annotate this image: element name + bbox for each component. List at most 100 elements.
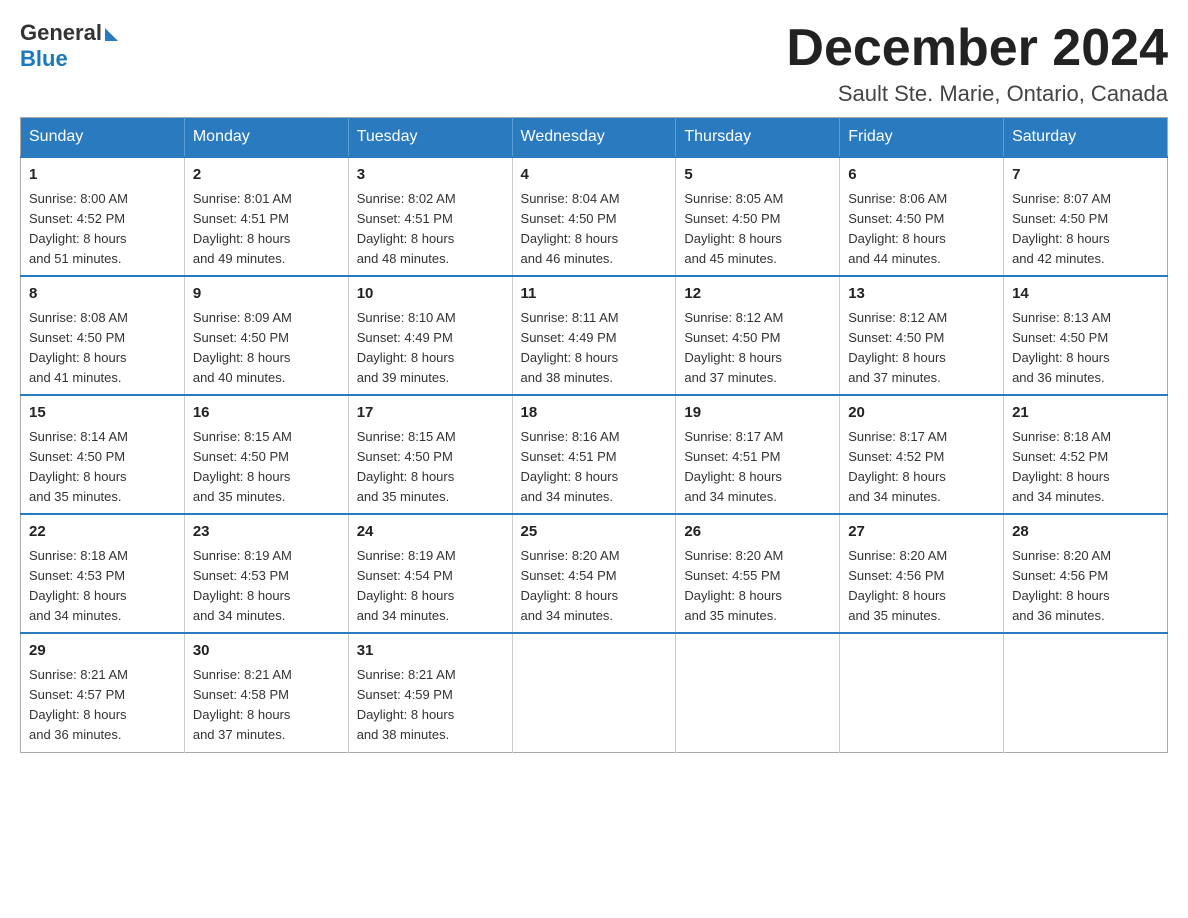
day-number: 8 xyxy=(29,283,176,306)
day-info: Sunrise: 8:11 AMSunset: 4:49 PMDaylight:… xyxy=(521,310,619,385)
calendar-cell: 10Sunrise: 8:10 AMSunset: 4:49 PMDayligh… xyxy=(348,276,512,395)
calendar-cell: 7 Sunrise: 8:07 AMSunset: 4:50 PMDaylight… xyxy=(1004,157,1168,276)
calendar-cell: 4 Sunrise: 8:04 AMSunset: 4:50 PMDaylight… xyxy=(512,157,676,276)
day-info: Sunrise: 8:12 AMSunset: 4:50 PMDaylight:… xyxy=(684,310,783,385)
day-number: 21 xyxy=(1012,402,1159,425)
calendar-cell: 3 Sunrise: 8:02 AMSunset: 4:51 PMDaylight… xyxy=(348,157,512,276)
logo: General Blue xyxy=(20,20,118,73)
day-info: Sunrise: 8:20 AMSunset: 4:56 PMDaylight:… xyxy=(848,548,947,623)
day-number: 17 xyxy=(357,402,504,425)
calendar-cell: 31Sunrise: 8:21 AMSunset: 4:59 PMDayligh… xyxy=(348,633,512,752)
day-info: Sunrise: 8:15 AMSunset: 4:50 PMDaylight:… xyxy=(193,429,292,504)
calendar-cell: 1 Sunrise: 8:00 AMSunset: 4:52 PMDaylight… xyxy=(21,157,185,276)
calendar-cell: 2 Sunrise: 8:01 AMSunset: 4:51 PMDaylight… xyxy=(184,157,348,276)
day-number: 13 xyxy=(848,283,995,306)
calendar-cell: 26 Sunrise: 8:20 AMSunset: 4:55 PMDayligh… xyxy=(676,514,840,633)
day-info: Sunrise: 8:20 AMSunset: 4:55 PMDaylight:… xyxy=(684,548,783,623)
day-info: Sunrise: 8:19 AMSunset: 4:53 PMDaylight:… xyxy=(193,548,292,623)
calendar-cell: 18Sunrise: 8:16 AMSunset: 4:51 PMDayligh… xyxy=(512,395,676,514)
day-number: 2 xyxy=(193,164,340,187)
day-number: 14 xyxy=(1012,283,1159,306)
calendar-cell xyxy=(1004,633,1168,752)
day-info: Sunrise: 8:16 AMSunset: 4:51 PMDaylight:… xyxy=(521,429,620,504)
day-info: Sunrise: 8:21 AMSunset: 4:59 PMDaylight:… xyxy=(357,667,456,742)
calendar-cell: 30 Sunrise: 8:21 AMSunset: 4:58 PMDayligh… xyxy=(184,633,348,752)
calendar-cell: 21Sunrise: 8:18 AMSunset: 4:52 PMDayligh… xyxy=(1004,395,1168,514)
day-number: 23 xyxy=(193,521,340,544)
calendar-cell: 5 Sunrise: 8:05 AMSunset: 4:50 PMDaylight… xyxy=(676,157,840,276)
day-number: 22 xyxy=(29,521,176,544)
day-number: 9 xyxy=(193,283,340,306)
calendar-cell: 22 Sunrise: 8:18 AMSunset: 4:53 PMDayligh… xyxy=(21,514,185,633)
day-info: Sunrise: 8:17 AMSunset: 4:51 PMDaylight:… xyxy=(684,429,783,504)
calendar-cell: 16 Sunrise: 8:15 AMSunset: 4:50 PMDayligh… xyxy=(184,395,348,514)
calendar-cell: 20 Sunrise: 8:17 AMSunset: 4:52 PMDayligh… xyxy=(840,395,1004,514)
month-title: December 2024 xyxy=(786,20,1168,77)
calendar-cell xyxy=(676,633,840,752)
day-info: Sunrise: 8:15 AMSunset: 4:50 PMDaylight:… xyxy=(357,429,456,504)
weekday-header-row: Sunday Monday Tuesday Wednesday Thursday… xyxy=(21,118,1168,158)
header-sunday: Sunday xyxy=(21,118,185,158)
header-wednesday: Wednesday xyxy=(512,118,676,158)
day-info: Sunrise: 8:17 AMSunset: 4:52 PMDaylight:… xyxy=(848,429,947,504)
calendar-cell xyxy=(840,633,1004,752)
logo-line2: Blue xyxy=(20,46,68,72)
day-info: Sunrise: 8:02 AMSunset: 4:51 PMDaylight:… xyxy=(357,191,456,266)
day-number: 1 xyxy=(29,164,176,187)
day-info: Sunrise: 8:04 AMSunset: 4:50 PMDaylight:… xyxy=(521,191,620,266)
day-number: 4 xyxy=(521,164,668,187)
calendar-cell: 23 Sunrise: 8:19 AMSunset: 4:53 PMDayligh… xyxy=(184,514,348,633)
calendar-cell: 6 Sunrise: 8:06 AMSunset: 4:50 PMDaylight… xyxy=(840,157,1004,276)
calendar-cell: 13Sunrise: 8:12 AMSunset: 4:50 PMDayligh… xyxy=(840,276,1004,395)
calendar-cell: 19 Sunrise: 8:17 AMSunset: 4:51 PMDayligh… xyxy=(676,395,840,514)
calendar-week-row: 8Sunrise: 8:08 AMSunset: 4:50 PMDaylight… xyxy=(21,276,1168,395)
header-monday: Monday xyxy=(184,118,348,158)
day-info: Sunrise: 8:21 AMSunset: 4:57 PMDaylight:… xyxy=(29,667,128,742)
day-number: 3 xyxy=(357,164,504,187)
day-number: 29 xyxy=(29,640,176,663)
day-number: 20 xyxy=(848,402,995,425)
day-info: Sunrise: 8:14 AMSunset: 4:50 PMDaylight:… xyxy=(29,429,128,504)
calendar-cell: 29 Sunrise: 8:21 AMSunset: 4:57 PMDayligh… xyxy=(21,633,185,752)
calendar-cell: 12 Sunrise: 8:12 AMSunset: 4:50 PMDayligh… xyxy=(676,276,840,395)
calendar-cell xyxy=(512,633,676,752)
calendar-week-row: 22 Sunrise: 8:18 AMSunset: 4:53 PMDayligh… xyxy=(21,514,1168,633)
day-number: 19 xyxy=(684,402,831,425)
day-info: Sunrise: 8:00 AMSunset: 4:52 PMDaylight:… xyxy=(29,191,128,266)
day-info: Sunrise: 8:07 AMSunset: 4:50 PMDaylight:… xyxy=(1012,191,1111,266)
day-number: 6 xyxy=(848,164,995,187)
logo-triangle-icon xyxy=(105,28,118,41)
calendar-cell: 24Sunrise: 8:19 AMSunset: 4:54 PMDayligh… xyxy=(348,514,512,633)
day-info: Sunrise: 8:05 AMSunset: 4:50 PMDaylight:… xyxy=(684,191,783,266)
day-number: 5 xyxy=(684,164,831,187)
day-number: 12 xyxy=(684,283,831,306)
day-number: 7 xyxy=(1012,164,1159,187)
calendar-week-row: 1 Sunrise: 8:00 AMSunset: 4:52 PMDaylight… xyxy=(21,157,1168,276)
header-saturday: Saturday xyxy=(1004,118,1168,158)
day-number: 25 xyxy=(521,521,668,544)
day-info: Sunrise: 8:01 AMSunset: 4:51 PMDaylight:… xyxy=(193,191,292,266)
calendar-cell: 11 Sunrise: 8:11 AMSunset: 4:49 PMDayligh… xyxy=(512,276,676,395)
header-thursday: Thursday xyxy=(676,118,840,158)
day-number: 30 xyxy=(193,640,340,663)
day-info: Sunrise: 8:18 AMSunset: 4:53 PMDaylight:… xyxy=(29,548,128,623)
day-number: 26 xyxy=(684,521,831,544)
day-info: Sunrise: 8:21 AMSunset: 4:58 PMDaylight:… xyxy=(193,667,292,742)
header-friday: Friday xyxy=(840,118,1004,158)
location-title: Sault Ste. Marie, Ontario, Canada xyxy=(786,81,1168,107)
header-tuesday: Tuesday xyxy=(348,118,512,158)
day-info: Sunrise: 8:09 AMSunset: 4:50 PMDaylight:… xyxy=(193,310,292,385)
day-number: 16 xyxy=(193,402,340,425)
day-info: Sunrise: 8:20 AMSunset: 4:54 PMDaylight:… xyxy=(521,548,620,623)
calendar-table: Sunday Monday Tuesday Wednesday Thursday… xyxy=(20,117,1168,752)
day-number: 10 xyxy=(357,283,504,306)
calendar-cell: 25 Sunrise: 8:20 AMSunset: 4:54 PMDayligh… xyxy=(512,514,676,633)
calendar-cell: 15Sunrise: 8:14 AMSunset: 4:50 PMDayligh… xyxy=(21,395,185,514)
day-info: Sunrise: 8:19 AMSunset: 4:54 PMDaylight:… xyxy=(357,548,456,623)
day-number: 11 xyxy=(521,283,668,306)
day-info: Sunrise: 8:06 AMSunset: 4:50 PMDaylight:… xyxy=(848,191,947,266)
calendar-cell: 17 Sunrise: 8:15 AMSunset: 4:50 PMDayligh… xyxy=(348,395,512,514)
calendar-week-row: 29 Sunrise: 8:21 AMSunset: 4:57 PMDayligh… xyxy=(21,633,1168,752)
day-number: 28 xyxy=(1012,521,1159,544)
day-info: Sunrise: 8:13 AMSunset: 4:50 PMDaylight:… xyxy=(1012,310,1111,385)
